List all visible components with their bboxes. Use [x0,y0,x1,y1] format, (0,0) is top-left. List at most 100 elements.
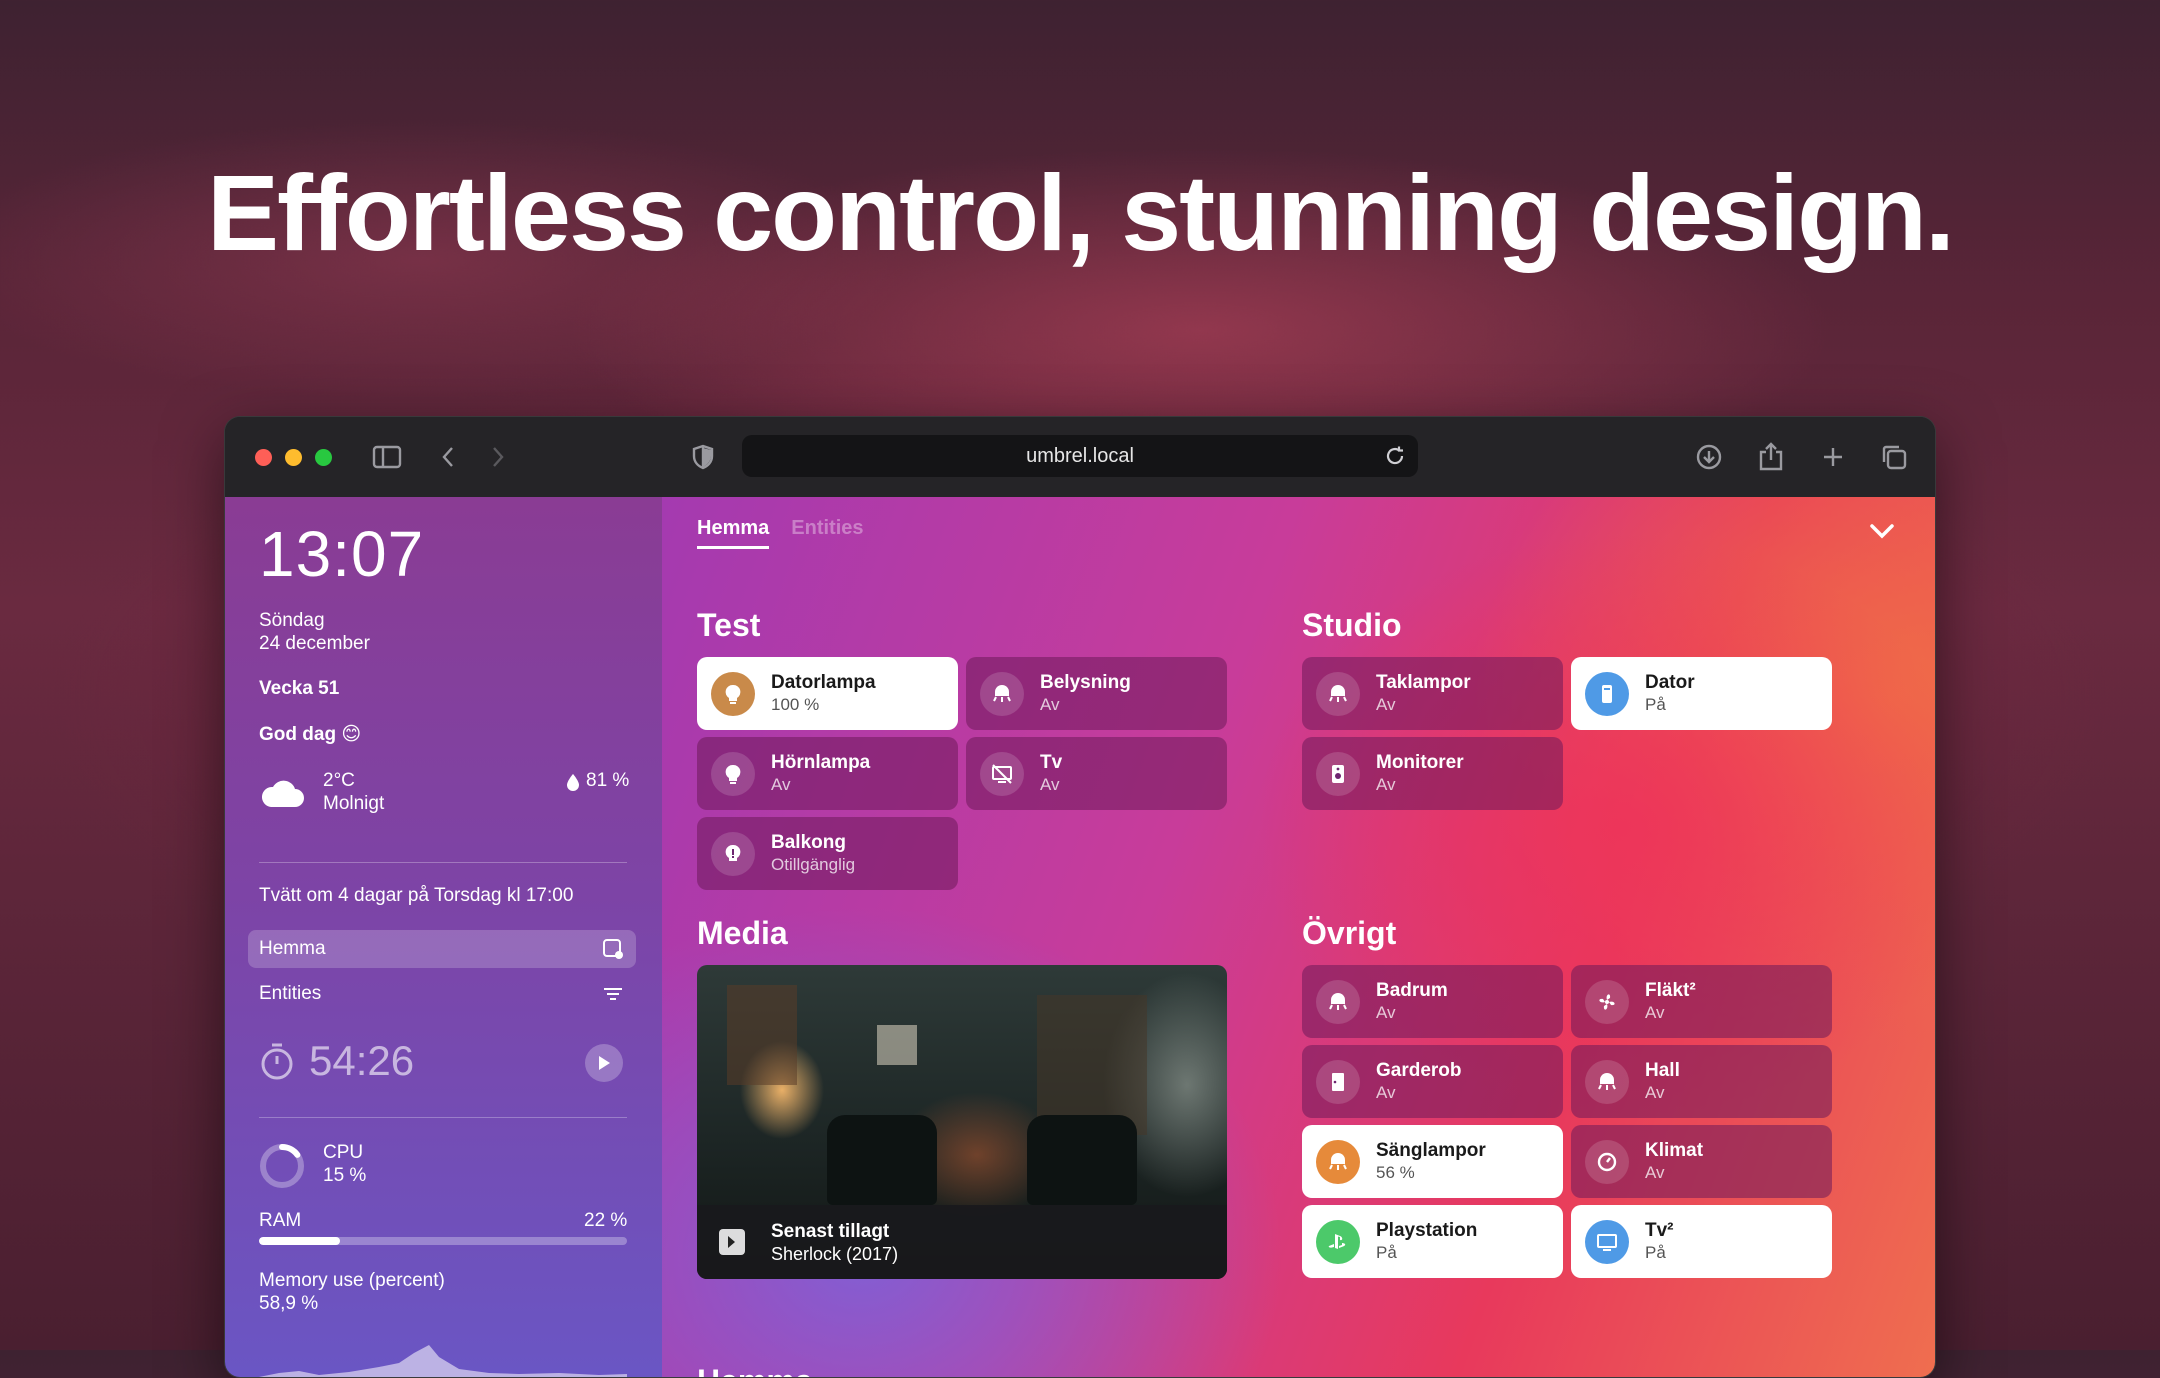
speaker-icon [1316,751,1360,796]
timer-play-button[interactable] [585,1044,623,1082]
lightbulb-icon [711,671,755,716]
entity-name: Taklampor [1376,672,1471,693]
timer: 54:26 [259,1037,414,1085]
entity-card-tv[interactable]: Tv Av [966,737,1227,810]
media-artwork [1037,995,1147,1135]
entity-card-taklampor[interactable]: Taklampor Av [1302,657,1563,730]
ceiling-light-icon [1316,979,1360,1024]
media-caption-title: Senast tillagt [771,1220,890,1242]
entity-state: Av [1376,1003,1396,1022]
entity-card-tv2[interactable]: Tv² På [1571,1205,1832,1278]
sidebar-item-entities[interactable]: Entities [248,975,636,1013]
entity-card-hornlampa[interactable]: Hörnlampa Av [697,737,958,810]
edit-dashboard-icon[interactable] [602,938,624,960]
plex-icon [719,1229,745,1255]
thermostat-icon [1585,1139,1629,1184]
media-artwork [827,1115,937,1205]
ram-value: 22 % [584,1210,628,1231]
forward-icon[interactable] [480,439,516,475]
ceiling-light-icon [1585,1059,1629,1104]
new-tab-icon[interactable] [1815,439,1851,475]
entity-name: Tv² [1645,1220,1674,1241]
filter-icon[interactable] [602,983,624,1005]
address-bar[interactable]: umbrel.local [742,435,1418,477]
tab-overview-icon[interactable] [1876,439,1912,475]
weekday: Söndag [259,610,325,631]
media-artwork [877,1025,917,1065]
cpu-gauge [260,1144,304,1188]
greeting: God dag 😊 [259,724,362,745]
clock: 13:07 [259,518,425,590]
entity-card-playstation[interactable]: Playstation På [1302,1205,1563,1278]
entity-name: Monitorer [1376,752,1464,773]
entity-card-badrum[interactable]: Badrum Av [1302,965,1563,1038]
entity-card-monitorer[interactable]: Monitorer Av [1302,737,1563,810]
section-title-media: Media [697,915,788,951]
entity-card-belysning[interactable]: Belysning Av [966,657,1227,730]
media-artwork [1027,1115,1137,1205]
ram-label: RAM [259,1210,302,1231]
entity-name: Balkong [771,832,846,853]
media-card[interactable]: Senast tillagt Sherlock (2017) [697,965,1227,1279]
ram-bar-fill [259,1237,340,1245]
entity-state: Av [1645,1003,1665,1022]
entity-state: 56 % [1376,1163,1415,1182]
entity-name: Fläkt² [1645,980,1696,1001]
minimize-window-button[interactable] [285,449,302,466]
share-icon[interactable] [1753,439,1789,475]
close-window-button[interactable] [255,449,272,466]
browser-toolbar: umbrel.local [225,417,1935,498]
entity-state: Av [1376,775,1396,794]
date: 24 december [259,633,370,654]
section-title-hemma: Hemma [697,1363,813,1377]
media-caption-bar: Senast tillagt Sherlock (2017) [697,1205,1227,1279]
reload-icon[interactable] [1384,445,1406,467]
weather-humidity: 81 % [586,770,630,791]
ceiling-light-icon [980,671,1024,716]
playstation-icon [1316,1219,1360,1264]
entity-card-klimat[interactable]: Klimat Av [1571,1125,1832,1198]
entity-card-dator[interactable]: Dator På [1571,657,1832,730]
reminder-text: Tvätt om 4 dagar på Torsdag kl 17:00 [259,885,574,906]
media-caption-subtitle: Sherlock (2017) [771,1243,899,1264]
dashboard-sidebar: 13:07 Söndag 24 december Vecka 51 God da… [225,497,662,1377]
entity-card-sanglampor[interactable]: Sänglampor 56 % [1302,1125,1563,1198]
chevron-down-icon[interactable] [1869,521,1895,541]
lightbulb-icon [711,751,755,796]
entity-card-hall[interactable]: Hall Av [1571,1045,1832,1118]
week-number: Vecka 51 [259,678,340,699]
fan-icon [1585,979,1629,1024]
sidebar-toggle-icon[interactable] [369,439,405,475]
entity-name: Klimat [1645,1140,1704,1161]
tab-hemma[interactable]: Hemma [697,517,770,549]
entity-card-garderob[interactable]: Garderob Av [1302,1045,1563,1118]
downloads-icon[interactable] [1691,439,1727,475]
tab-entities[interactable]: Entities [791,517,863,549]
weather-temperature: 2°C [323,770,355,791]
ceiling-light-icon [1316,1139,1360,1184]
entity-state: Av [771,775,791,794]
weather-condition: Molnigt [323,793,385,814]
sidebar-item-hemma[interactable]: Hemma [248,930,636,968]
lightbulb-alert-icon [711,831,755,876]
timer-value: 54:26 [309,1037,415,1084]
entity-card-balkong[interactable]: Balkong Otillgänglig [697,817,958,890]
entity-name: Hall [1645,1060,1680,1081]
cloud-icon [261,780,304,807]
zoom-window-button[interactable] [315,449,332,466]
section-title-studio: Studio [1302,607,1402,643]
ram-bar [259,1237,627,1245]
entity-card-datorlampa[interactable]: Datorlampa 100 % [697,657,958,730]
privacy-shield-icon[interactable] [685,439,721,475]
entity-name: Hörnlampa [771,752,871,773]
back-icon[interactable] [430,439,466,475]
cpu-value: 15 % [323,1165,367,1186]
section-title-ovrigt: Övrigt [1302,915,1397,951]
entity-card-flakt[interactable]: Fläkt² Av [1571,965,1832,1038]
section-title-test: Test [697,607,761,643]
browser-window: umbrel.local 13:07 Söndag 24 december Ve… [224,416,1936,1378]
url-text: umbrel.local [1026,444,1134,467]
entity-name: Dator [1645,672,1695,693]
view-tabs: Hemma Entities [697,517,864,549]
memory-label: Memory use (percent) [259,1270,445,1291]
